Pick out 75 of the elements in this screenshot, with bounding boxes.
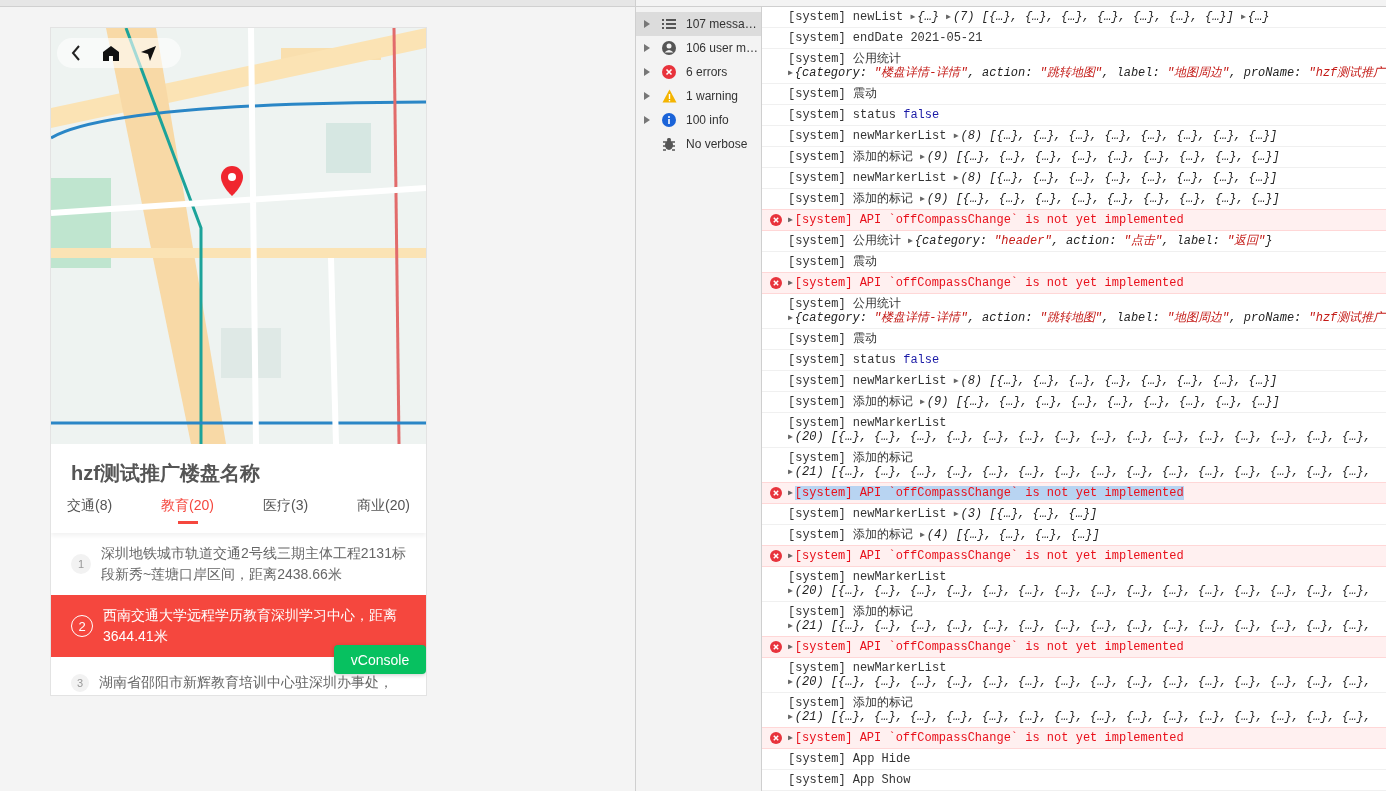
log-message: [system] 添加的标记 ▶ (4) [{…}, {…}, {…}, {…}] xyxy=(788,528,1100,542)
log-message: [system] 添加的标记 ▶ (9) [{…}, {…}, {…}, {…}, {…}, {…}, {…}, {…}, {…}] xyxy=(788,395,1280,409)
expand-arrow-icon[interactable] xyxy=(644,44,650,52)
error-message: ▶ [system] API `offCompassChange` is not yet implemented xyxy=(788,486,1184,500)
sidebar-label: 1 warning xyxy=(686,89,739,103)
log-message: [system] App Hide xyxy=(788,752,911,766)
place-item[interactable]: 1 深圳地铁城市轨道交通2号线三期主体工程2131标段新秀~莲塘口岸区间，距离2438.66米 xyxy=(51,533,426,595)
log-message: [system] newMarkerList ▶ (20) [{…}, {…}, {…}, {…}, {…}, {…}, {…}, {…}, {…}, {…}, {…}, {…}, {…}, {…}, {…}, xyxy=(788,661,1371,689)
error-icon xyxy=(770,732,782,744)
expand-arrow-icon[interactable] xyxy=(644,92,650,100)
error-message: ▶ [system] API `offCompassChange` is not yet implemented xyxy=(788,213,1184,227)
place-text: 深圳地铁城市轨道交通2号线三期主体工程2131标段新秀~莲塘口岸区间，距离2438.66米 xyxy=(101,544,407,584)
sidebar-label: 107 messa… xyxy=(686,17,757,31)
sidebar-item[interactable]: 6 errors xyxy=(636,60,761,84)
log-message: [system] 添加的标记 ▶ (9) [{…}, {…}, {…}, {…}, {…}, {…}, {…}, {…}, {…}] xyxy=(788,150,1280,164)
error-message: ▶ [system] API `offCompassChange` is not yet implemented xyxy=(788,276,1184,290)
user-icon xyxy=(662,41,676,55)
place-number: 3 xyxy=(71,673,89,692)
place-item[interactable]: 3 湖南省邵阳市新辉教育培训中心驻深圳办事处， xyxy=(51,673,426,692)
sidebar-item[interactable]: 100 info xyxy=(636,108,761,132)
info-icon xyxy=(662,113,676,127)
sidebar-label: 106 user m… xyxy=(686,41,759,55)
log-message: [system] 添加的标记 ▶ (21) [{…}, {…}, {…}, {…}, {…}, {…}, {…}, {…}, {…}, {…}, {…}, {…}, {…}, {…}, {…}, xyxy=(788,605,1371,633)
category-tab[interactable]: 商业(20) xyxy=(357,497,410,533)
navigation-arrow-icon[interactable] xyxy=(141,45,156,61)
property-title: hzf测试推广楼盘名称 xyxy=(71,461,261,486)
error-message: ▶ [system] API `offCompassChange` is not yet implemented xyxy=(788,640,1184,654)
sidebar-label: 100 info xyxy=(686,113,729,127)
list-icon xyxy=(662,18,676,30)
error-icon xyxy=(770,214,782,226)
error-icon xyxy=(770,487,782,499)
expand-arrow-icon[interactable] xyxy=(644,68,650,76)
log-message: [system] 震动 xyxy=(788,332,877,346)
log-message: [system] endDate 2021-05-21 xyxy=(788,31,983,45)
home-icon[interactable] xyxy=(103,45,119,61)
sidebar-item[interactable]: 1 warning xyxy=(636,84,761,108)
log-message: [system] 震动 xyxy=(788,255,877,269)
place-number: 1 xyxy=(71,554,91,574)
category-tab[interactable]: 教育(20) xyxy=(161,497,214,533)
log-message: [system] newMarkerList ▶ (8) [{…}, {…}, {…}, {…}, {…}, {…}, {…}, {…}] xyxy=(788,129,1278,143)
place-text: 湖南省邵阳市新辉教育培训中心驻深圳办事处， xyxy=(99,673,393,692)
expand-arrow-icon[interactable] xyxy=(644,20,650,28)
log-message: [system] status false xyxy=(788,108,940,122)
category-tab[interactable]: 交通(8) xyxy=(67,497,113,533)
expand-arrow-icon[interactable] xyxy=(644,116,650,124)
log-message: [system] newMarkerList ▶ (8) [{…}, {…}, {…}, {…}, {…}, {…}, {…}, {…}] xyxy=(788,171,1278,185)
log-message: [system] 公用统计 ▶ {category: "楼盘详情-详情", action: "跳转地图", label: "地图周边", proName: "hzf测试推广 xyxy=(788,297,1386,325)
log-message: [system] newList ▶ {…} ▶ (7) [{…}, {…}, {…}, {…}, {…}, {…}, {…}] ▶ {…} xyxy=(788,10,1270,24)
error-message: ▶ [system] API `offCompassChange` is not yet implemented xyxy=(788,731,1184,745)
log-message: [system] 公用统计 ▶ {category: "楼盘详情-详情", action: "跳转地图", label: "地图周边", proName: "hzf测试推广 xyxy=(788,52,1386,80)
sidebar-item[interactable]: 106 user m… xyxy=(636,36,761,60)
error-icon xyxy=(770,641,782,653)
log-message: [system] newMarkerList ▶ (3) [{…}, {…}, {…}] xyxy=(788,507,1098,521)
log-message: [system] newMarkerList ▶ (20) [{…}, {…}, {…}, {…}, {…}, {…}, {…}, {…}, {…}, {…}, {…}, {…}, {…}, {…}, {…}, xyxy=(788,416,1371,444)
log-message: [system] newMarkerList ▶ (8) [{…}, {…}, {…}, {…}, {…}, {…}, {…}, {…}] xyxy=(788,374,1278,388)
log-message: [system] 震动 xyxy=(788,87,877,101)
error-icon xyxy=(770,277,782,289)
log-message: [system] 公用统计 ▶ {category: "header", action: "点击", label: "返回"} xyxy=(788,234,1273,248)
category-tab[interactable]: 医疗(3) xyxy=(262,497,309,533)
error-message: ▶ [system] API `offCompassChange` is not yet implemented xyxy=(788,549,1184,563)
sidebar-label: 6 errors xyxy=(686,65,728,79)
log-message: [system] App Show xyxy=(788,773,911,787)
log-message: [system] status false xyxy=(788,353,940,367)
log-message: [system] 添加的标记 ▶ (9) [{…}, {…}, {…}, {…}, {…}, {…}, {…}, {…}, {…}] xyxy=(788,192,1280,206)
back-icon[interactable] xyxy=(71,45,81,61)
log-message: [system] 添加的标记 ▶ (21) [{…}, {…}, {…}, {…}, {…}, {…}, {…}, {…}, {…}, {…}, {…}, {…}, {…}, {…}, {…}, xyxy=(788,696,1371,724)
bug-icon xyxy=(662,137,676,151)
error-icon xyxy=(662,65,676,79)
log-message: [system] newMarkerList ▶ (20) [{…}, {…}, {…}, {…}, {…}, {…}, {…}, {…}, {…}, {…}, {…}, {…}, {…}, {…}, {…}, xyxy=(788,570,1371,598)
sidebar-label: No verbose xyxy=(686,137,748,151)
sidebar-item[interactable]: 107 messa… xyxy=(636,12,761,36)
error-icon xyxy=(770,550,782,562)
warning-icon xyxy=(661,89,677,103)
log-message: [system] 添加的标记 ▶ (21) [{…}, {…}, {…}, {…}, {…}, {…}, {…}, {…}, {…}, {…}, {…}, {…}, {…}, {…}, {…}, xyxy=(788,451,1371,479)
sidebar-item[interactable]: No verbose xyxy=(636,132,761,156)
